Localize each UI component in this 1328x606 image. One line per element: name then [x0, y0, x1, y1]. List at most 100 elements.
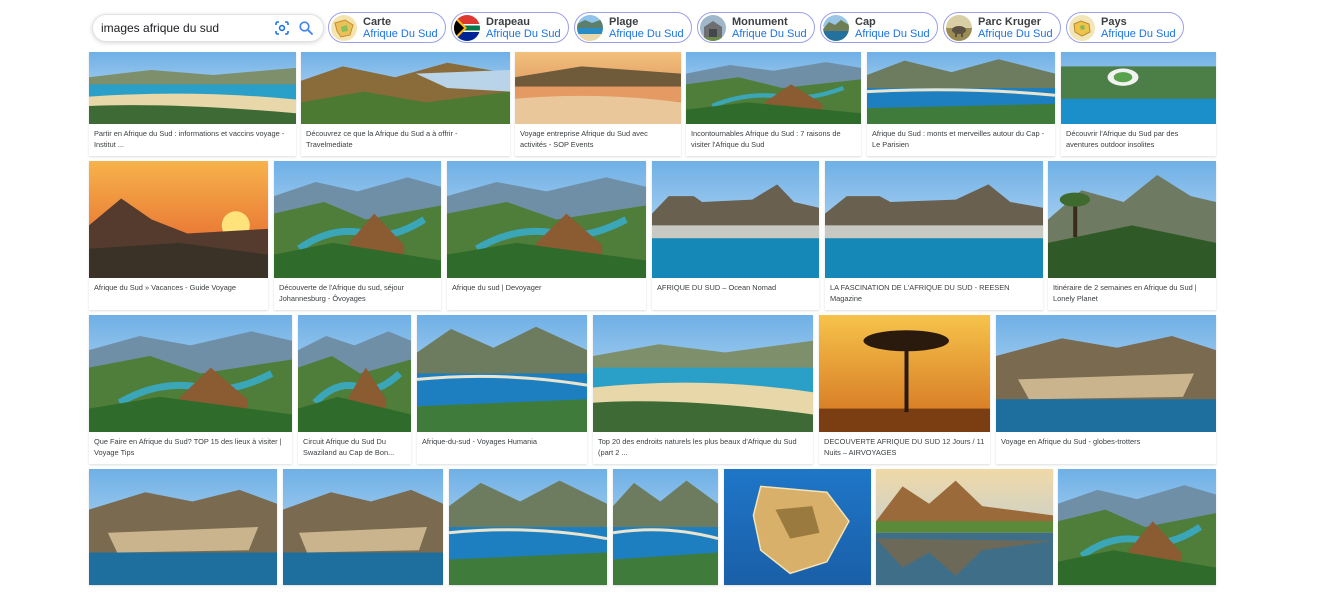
result-thumbnail[interactable] — [274, 161, 441, 278]
chip-subtitle: Afrique Du Sud — [363, 28, 438, 40]
image-result[interactable]: Top 20 des endroits naturels les plus be… — [593, 315, 813, 464]
image-result[interactable] — [1058, 469, 1216, 585]
chip-parc-kruger[interactable]: Parc Kruger Afrique Du Sud — [943, 12, 1061, 43]
result-thumbnail[interactable] — [283, 469, 443, 585]
result-thumbnail[interactable] — [89, 52, 296, 124]
result-caption[interactable]: Découverte de l'Afrique du sud, séjour J… — [279, 282, 436, 304]
chip-carte[interactable]: Carte Afrique Du Sud — [328, 12, 446, 43]
result-thumbnail[interactable] — [1061, 52, 1216, 124]
image-result[interactable]: Découverte de l'Afrique du sud, séjour J… — [274, 161, 441, 310]
chip-subtitle: Afrique Du Sud — [609, 28, 684, 40]
result-thumbnail[interactable] — [996, 315, 1216, 432]
image-result[interactable] — [449, 469, 607, 585]
country-thumbnail-icon — [1069, 15, 1095, 41]
result-caption[interactable]: Partir en Afrique du Sud : informations … — [94, 128, 291, 150]
chip-subtitle: Afrique Du Sud — [978, 28, 1053, 40]
image-result[interactable]: Afrique du Sud » Vacances - Guide Voyage — [89, 161, 268, 310]
result-caption[interactable]: AFRIQUE DU SUD – Ocean Nomad — [657, 282, 814, 293]
chip-subtitle: Afrique Du Sud — [1101, 28, 1176, 40]
chip-plage[interactable]: Plage Afrique Du Sud — [574, 12, 692, 43]
chip-title: Drapeau — [486, 16, 531, 28]
image-result[interactable] — [876, 469, 1053, 585]
kruger-thumbnail-icon — [946, 15, 972, 41]
result-thumbnail[interactable] — [1048, 161, 1216, 278]
monument-thumbnail-icon — [700, 15, 726, 41]
result-caption[interactable]: Afrique du Sud » Vacances - Guide Voyage — [94, 282, 263, 293]
image-result[interactable]: Découvrir l'Afrique du Sud par des avent… — [1061, 52, 1216, 156]
search-input[interactable] — [101, 18, 261, 38]
image-result[interactable]: Itinéraire de 2 semaines en Afrique du S… — [1048, 161, 1216, 310]
result-thumbnail[interactable] — [515, 52, 681, 124]
result-thumbnail[interactable] — [417, 315, 587, 432]
image-result[interactable]: Afrique du sud | Devoyager — [447, 161, 646, 310]
result-thumbnail[interactable] — [613, 469, 718, 585]
result-thumbnail[interactable] — [89, 469, 277, 585]
result-caption[interactable]: Incontournables Afrique du Sud : 7 raiso… — [691, 128, 856, 150]
chip-title: Cap — [855, 16, 876, 28]
search-box[interactable] — [92, 14, 324, 42]
google-lens-icon[interactable] — [274, 20, 290, 36]
chip-drapeau[interactable]: Drapeau Afrique Du Sud — [451, 12, 569, 43]
image-result[interactable]: Découvrez ce que la Afrique du Sud a à o… — [301, 52, 510, 156]
image-result[interactable]: Voyage entreprise Afrique du Sud avec ac… — [515, 52, 681, 156]
image-result[interactable]: AFRIQUE DU SUD – Ocean Nomad — [652, 161, 819, 310]
image-result[interactable] — [724, 469, 871, 585]
image-result[interactable] — [283, 469, 443, 585]
result-thumbnail[interactable] — [301, 52, 510, 124]
result-thumbnail[interactable] — [449, 469, 607, 585]
result-caption[interactable]: Circuit Afrique du Sud Du Swaziland au C… — [303, 436, 406, 458]
result-thumbnail[interactable] — [89, 161, 268, 278]
result-caption[interactable]: LA FASCINATION DE L'AFRIQUE DU SUD - REE… — [830, 282, 1038, 304]
result-thumbnail[interactable] — [1058, 469, 1216, 585]
map-thumbnail-icon — [331, 15, 357, 41]
image-result[interactable]: LA FASCINATION DE L'AFRIQUE DU SUD - REE… — [825, 161, 1043, 310]
result-thumbnail[interactable] — [652, 161, 819, 278]
image-result[interactable]: Afrique du Sud : monts et merveilles aut… — [867, 52, 1055, 156]
chip-title: Plage — [609, 16, 639, 28]
result-thumbnail[interactable] — [876, 469, 1053, 585]
result-caption[interactable]: Afrique du sud | Devoyager — [452, 282, 641, 293]
image-result[interactable]: Circuit Afrique du Sud Du Swaziland au C… — [298, 315, 411, 464]
result-thumbnail[interactable] — [593, 315, 813, 432]
result-caption[interactable]: Voyage entreprise Afrique du Sud avec ac… — [520, 128, 676, 150]
image-result[interactable]: Voyage en Afrique du Sud - globes-trotte… — [996, 315, 1216, 464]
chip-title: Parc Kruger — [978, 16, 1041, 28]
image-result[interactable] — [89, 469, 277, 585]
chip-monument[interactable]: Monument Afrique Du Sud — [697, 12, 815, 43]
image-result[interactable]: DECOUVERTE AFRIQUE DU SUD 12 Jours / 11 … — [819, 315, 990, 464]
image-result[interactable]: Partir en Afrique du Sud : informations … — [89, 52, 296, 156]
result-thumbnail[interactable] — [298, 315, 411, 432]
result-thumbnail[interactable] — [686, 52, 861, 124]
result-thumbnail[interactable] — [447, 161, 646, 278]
chip-title: Carte — [363, 16, 392, 28]
chip-title: Pays — [1101, 16, 1127, 28]
beach-thumbnail-icon — [577, 15, 603, 41]
result-caption[interactable]: Itinéraire de 2 semaines en Afrique du S… — [1053, 282, 1211, 304]
result-caption[interactable]: Que Faire en Afrique du Sud? TOP 15 des … — [94, 436, 287, 458]
image-result[interactable]: Incontournables Afrique du Sud : 7 raiso… — [686, 52, 861, 156]
result-thumbnail[interactable] — [819, 315, 990, 432]
result-thumbnail[interactable] — [724, 469, 871, 585]
result-caption[interactable]: Découvrez ce que la Afrique du Sud a à o… — [306, 128, 505, 150]
image-result[interactable]: Que Faire en Afrique du Sud? TOP 15 des … — [89, 315, 292, 464]
result-caption[interactable]: DECOUVERTE AFRIQUE DU SUD 12 Jours / 11 … — [824, 436, 985, 458]
result-thumbnail[interactable] — [89, 315, 292, 432]
flag-thumbnail-icon — [454, 15, 480, 41]
result-thumbnail[interactable] — [825, 161, 1043, 278]
chip-pays[interactable]: Pays Afrique Du Sud — [1066, 12, 1184, 43]
chip-subtitle: Afrique Du Sud — [732, 28, 807, 40]
result-caption[interactable]: Afrique-du-sud - Voyages Humania — [422, 436, 582, 447]
result-caption[interactable]: Découvrir l'Afrique du Sud par des avent… — [1066, 128, 1211, 150]
chip-title: Monument — [732, 16, 788, 28]
chip-cap[interactable]: Cap Afrique Du Sud — [820, 12, 938, 43]
search-icon[interactable] — [298, 20, 314, 36]
result-caption[interactable]: Top 20 des endroits naturels les plus be… — [598, 436, 808, 458]
cape-thumbnail-icon — [823, 15, 849, 41]
image-result[interactable] — [613, 469, 718, 585]
chip-subtitle: Afrique Du Sud — [855, 28, 930, 40]
result-caption[interactable]: Afrique du Sud : monts et merveilles aut… — [872, 128, 1050, 150]
result-thumbnail[interactable] — [867, 52, 1055, 124]
image-result[interactable]: Afrique-du-sud - Voyages Humania — [417, 315, 587, 464]
chip-subtitle: Afrique Du Sud — [486, 28, 561, 40]
result-caption[interactable]: Voyage en Afrique du Sud - globes-trotte… — [1001, 436, 1211, 447]
